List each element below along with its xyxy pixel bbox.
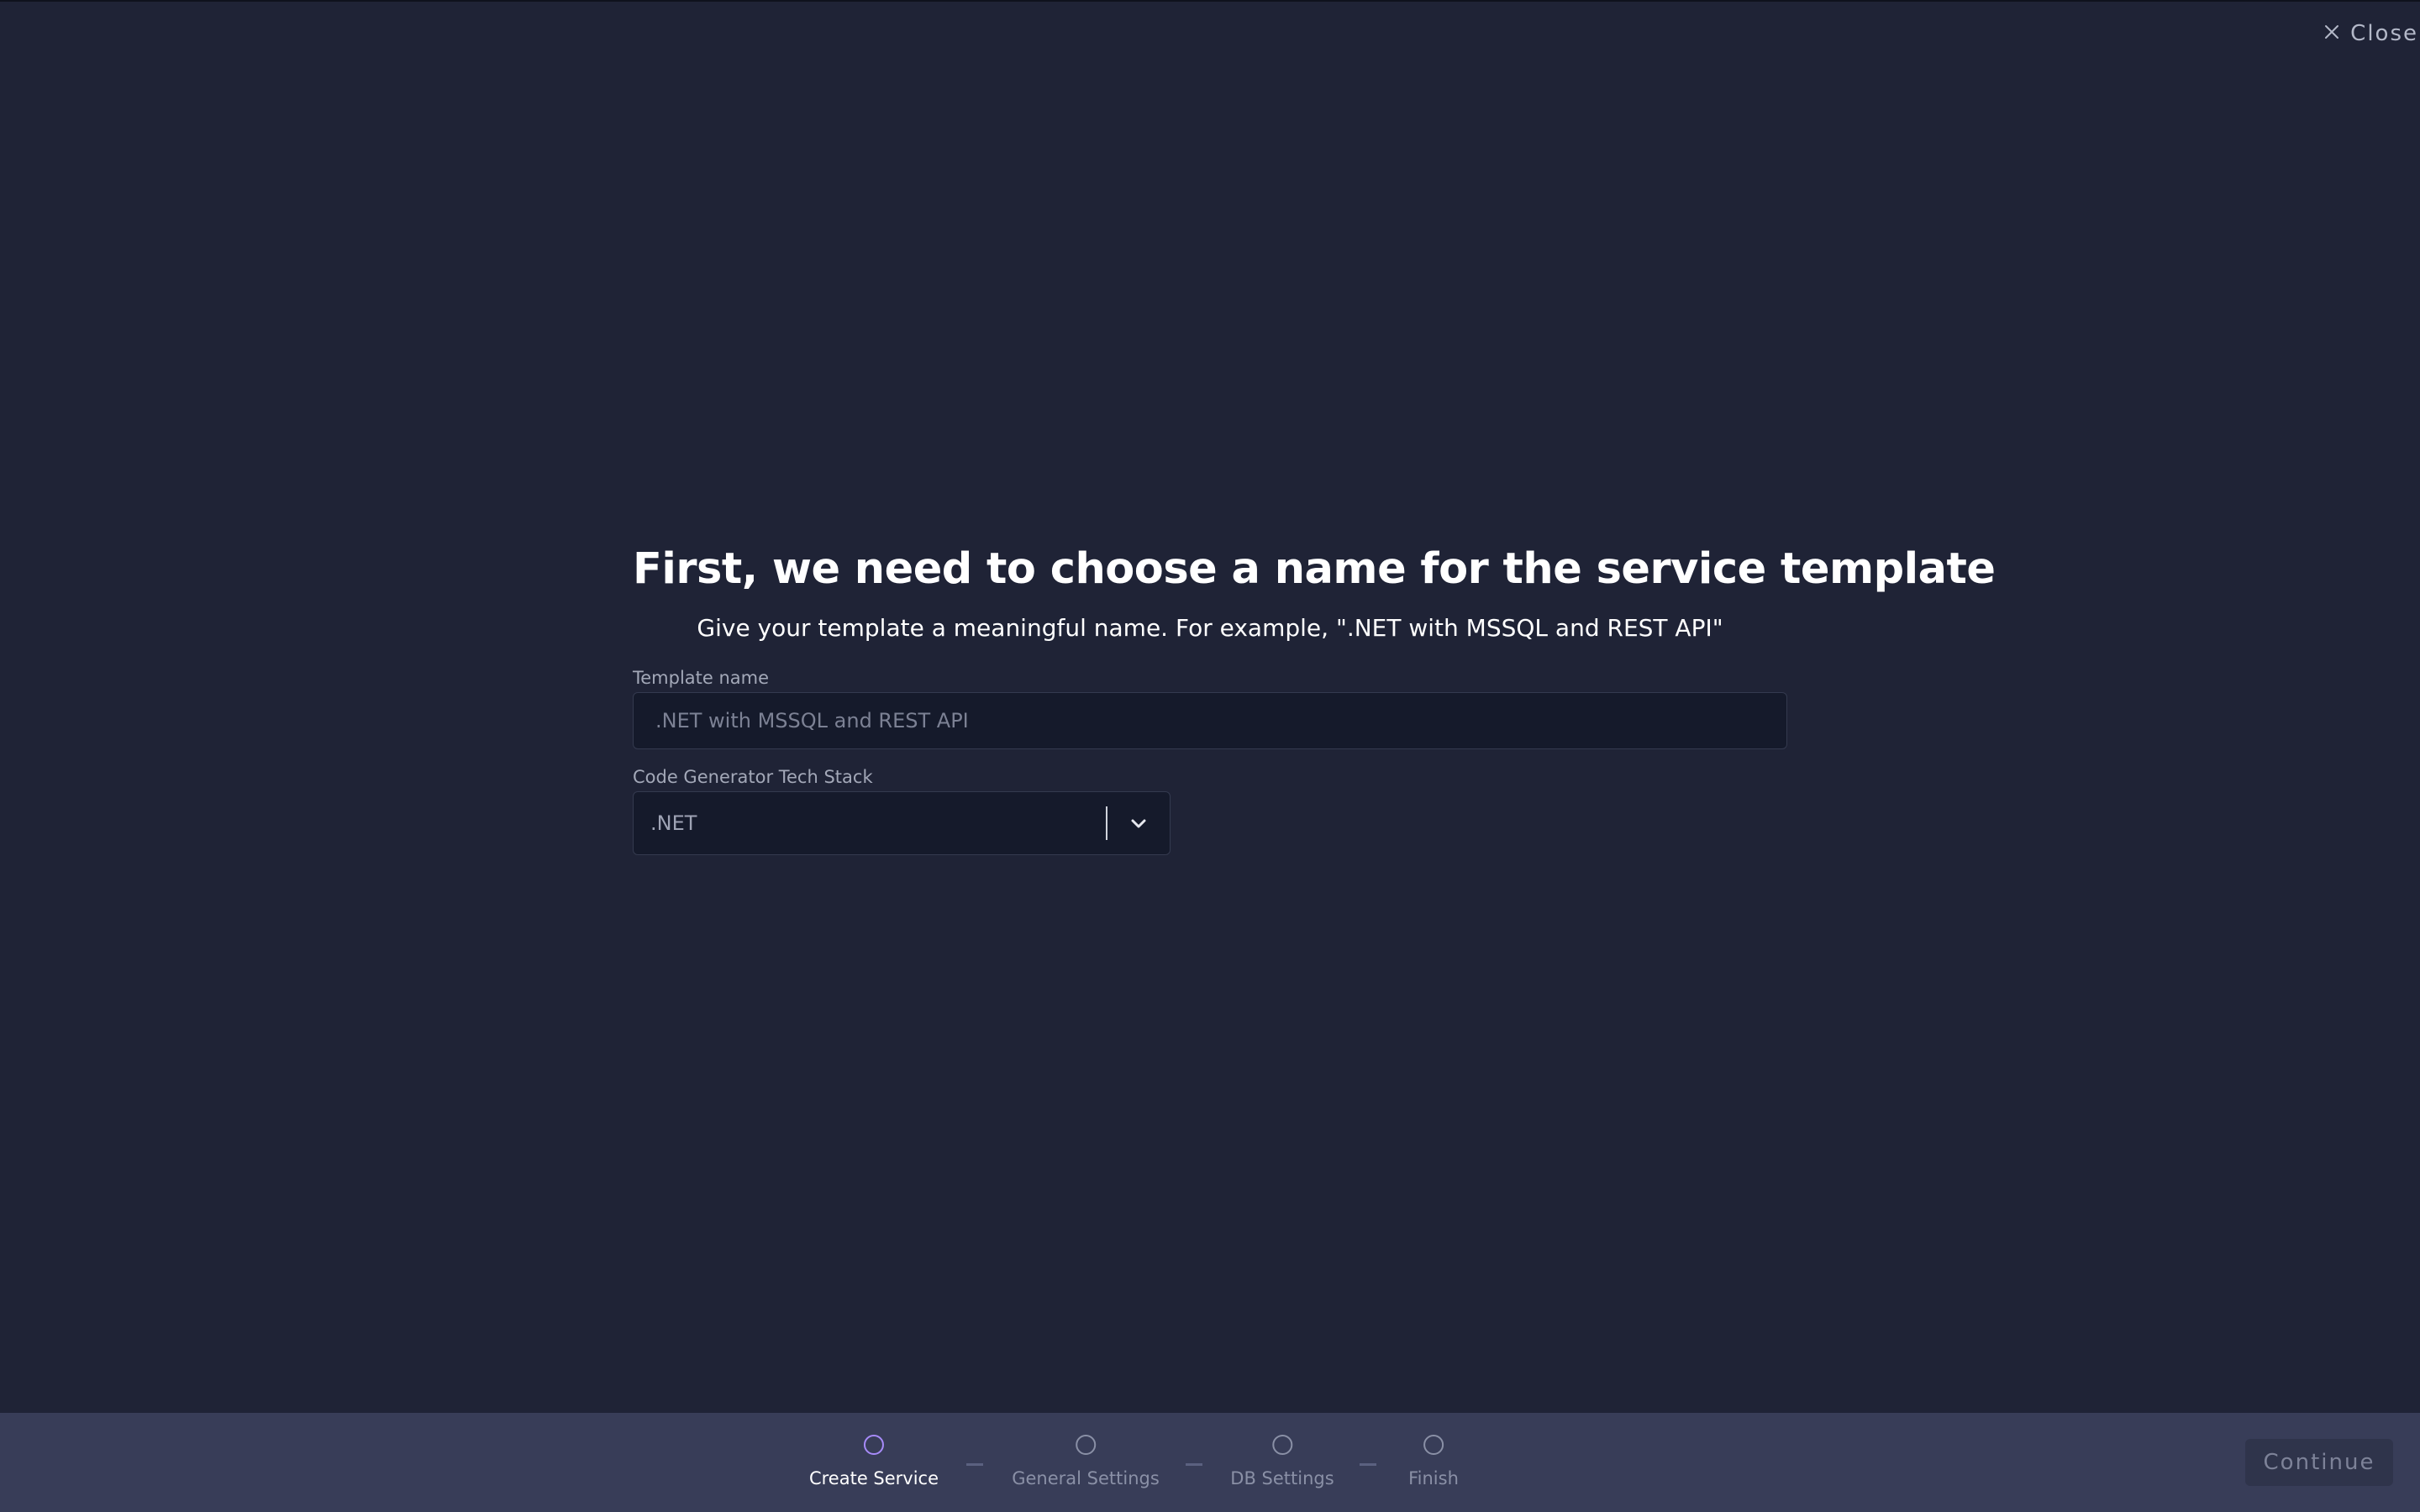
step-connector [1186,1463,1202,1466]
page-title: First, we need to choose a name for the … [633,544,1996,594]
template-name-label: Template name [633,668,770,688]
step-connector [1360,1463,1376,1466]
step-circle-icon [1271,1435,1292,1455]
close-button[interactable]: Close [2323,18,2420,49]
step-db-settings[interactable]: DB Settings [1230,1435,1334,1488]
step-circle-icon [863,1435,884,1455]
wizard-footer: Create Service General Settings DB Setti… [0,1413,2420,1512]
service-template-wizard: Close First, we need to choose a name fo… [0,0,2420,1512]
continue-button[interactable]: Continue [2245,1439,2393,1486]
tech-stack-select[interactable]: .NET [633,791,1171,855]
tech-stack-selected-value: .NET [650,811,697,835]
page-subtitle: Give your template a meaningful name. Fo… [697,614,1723,642]
tech-stack-label: Code Generator Tech Stack [633,767,873,787]
form-container: First, we need to choose a name for the … [633,538,1996,855]
close-icon [2323,21,2340,46]
step-general-settings[interactable]: General Settings [1012,1435,1160,1488]
step-label: DB Settings [1230,1468,1334,1488]
close-label: Close [2350,21,2418,46]
template-name-input[interactable] [633,692,1787,749]
step-circle-icon [1075,1435,1096,1455]
step-connector [966,1463,983,1466]
top-border [0,0,2420,2]
step-create-service[interactable]: Create Service [809,1435,939,1488]
step-label: Finish [1408,1468,1459,1488]
step-circle-icon [1423,1435,1444,1455]
chevron-down-icon[interactable] [1107,792,1170,854]
step-finish[interactable]: Finish [1408,1435,1459,1488]
wizard-stepper: Create Service General Settings DB Setti… [0,1413,2420,1512]
step-label: General Settings [1012,1468,1160,1488]
step-label: Create Service [808,1468,939,1488]
